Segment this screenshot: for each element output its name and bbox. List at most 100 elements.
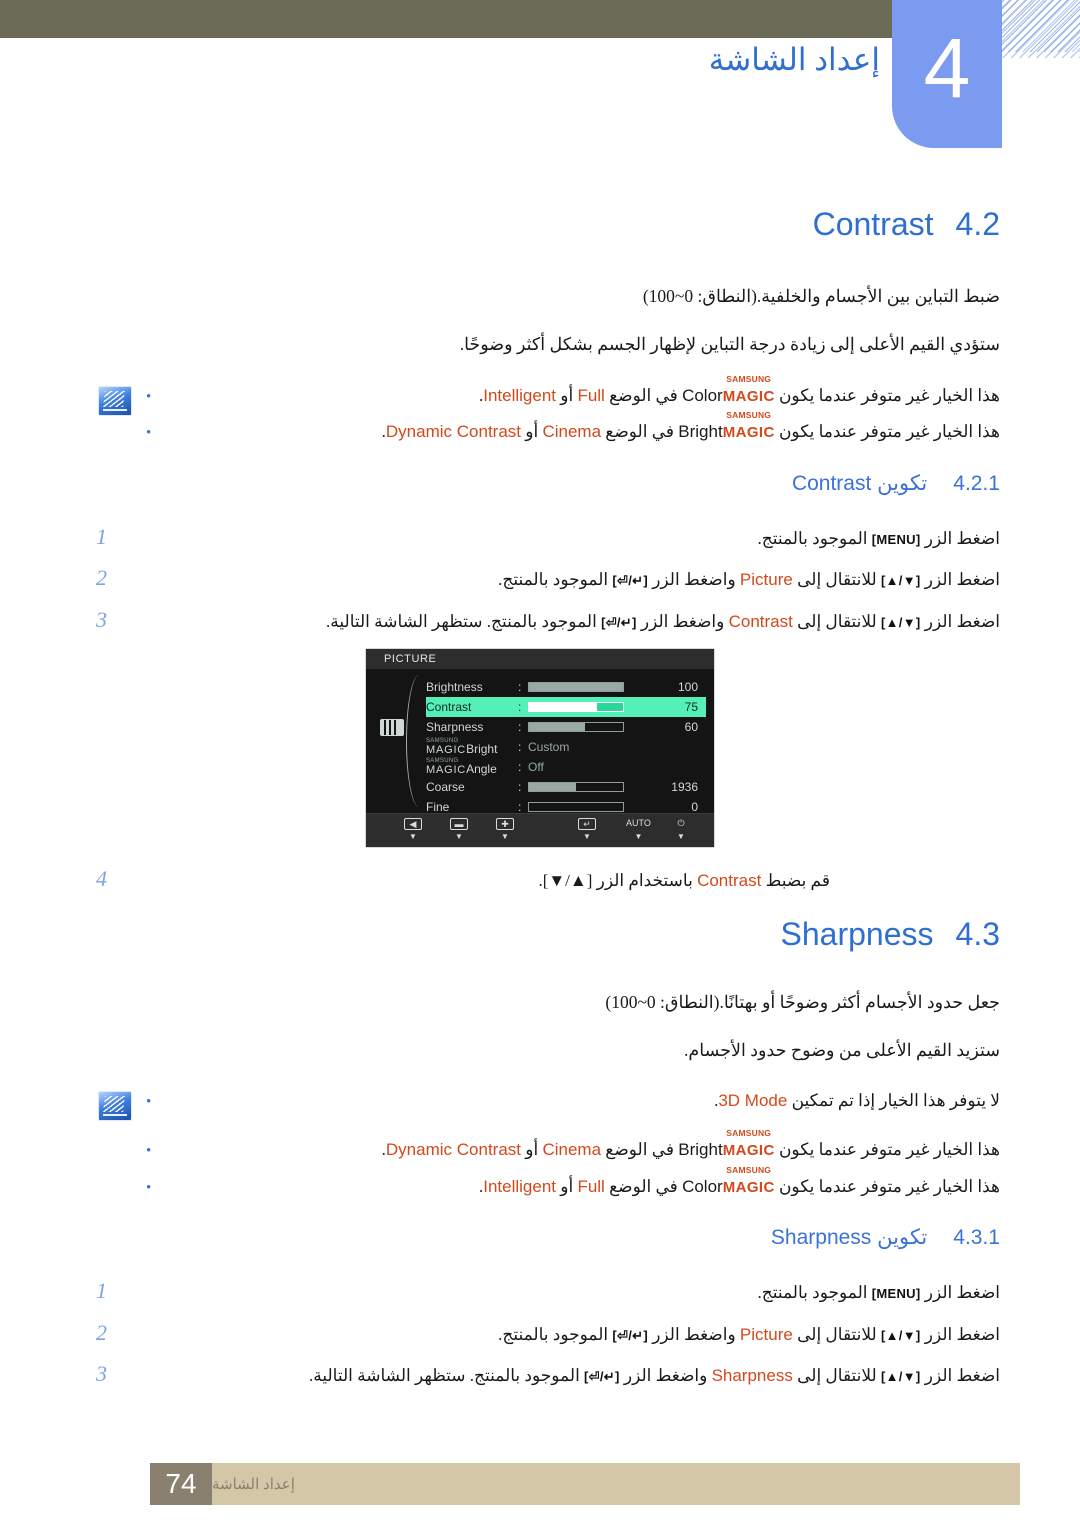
osd-row-coarse[interactable]: Coarse : 1936 [426, 777, 706, 797]
osd-window: PICTURE Brightness : 100 Contrast : 75 S… [365, 648, 715, 849]
minus-icon[interactable]: ▬ ▼ [450, 818, 468, 842]
bullet-dot: • [146, 1179, 152, 1196]
osd-row-sharpness[interactable]: Sharpness : 60 [426, 717, 706, 737]
osd-colon: : [518, 720, 522, 735]
osd-slider[interactable] [528, 682, 624, 693]
step-nav-label: للانتقال إلى [797, 611, 877, 631]
header-hatch-pattern-dense [1000, 0, 1080, 52]
step-number: 3 [96, 1361, 107, 1387]
step-text: اضغط الزر [▲/▼] للانتقال إلى Picture واض… [124, 567, 1000, 593]
enter-icon[interactable]: ↵ ▼ [578, 818, 596, 842]
osd-value: 75 [684, 700, 698, 715]
osd-slider[interactable] [528, 802, 624, 813]
mode-option-1: Cinema [542, 1139, 602, 1159]
power-icon[interactable]: ⏻ ▼ [672, 818, 690, 842]
osd-slider[interactable] [528, 702, 624, 713]
osd-label: Contrast [426, 700, 472, 715]
osd-label: Sharpness [426, 720, 484, 735]
osd-colon: : [518, 780, 522, 795]
list-item: • هذا الخيار غير متوفر عندما يكون SAMSUN… [132, 1127, 1000, 1163]
sharpness-description-1: جعل حدود الأجسام أكثر وضوحًا أو بهتانًا.… [605, 991, 1000, 1012]
subsection-title: تكوين Contrast [792, 471, 927, 496]
osd-slider[interactable] [528, 782, 624, 793]
step-nav-label: للانتقال إلى [797, 1324, 877, 1344]
section-heading-sharpness: 4.3 Sharpness [80, 916, 1000, 953]
step-text: اضغط الزر [MENU] الموجود بالمنتج. [124, 526, 1000, 552]
note-text: لا يتوفر هذا الخيار إذا تم تمكين 3D Mode… [151, 1089, 1000, 1114]
step-nav-label: للانتقال إلى [797, 570, 877, 590]
step-press-label: اضغط الزر [924, 1324, 1000, 1344]
contrast-description-2: ستؤدي القيم الأعلى إلى زيادة درجة التباي… [459, 334, 1000, 355]
note-text: هذا الخيار غير متوفر عندما يكون SAMSUNG M… [151, 374, 1000, 409]
list-item: 4 قم بضبط Contrast باستخدام الزر [▲/▼]. [80, 866, 1000, 894]
subsection-prefix: تكوين [877, 471, 928, 495]
list-item: 2 اضغط الزر [▲/▼] للانتقال إلى Picture و… [80, 1320, 1000, 1348]
left-arrow-icon[interactable]: ◀ ▼ [404, 818, 422, 842]
osd-row-contrast[interactable]: Contrast : 75 [426, 697, 706, 718]
sharpness-notes: • لا يتوفر هذا الخيار إذا تم تمكين 3D Mo… [80, 1089, 1000, 1211]
osd-row-brightness[interactable]: Brightness : 100 [426, 677, 706, 697]
note-mid: في الوضع [609, 1176, 678, 1196]
note-mid: في الوضع [609, 385, 678, 405]
page-header: 4 إعداد الشاشة [0, 0, 1080, 160]
step-number: 3 [96, 606, 107, 632]
samsung-magic-logo: SAMSUNG MAGIC [426, 738, 467, 757]
plus-icon[interactable]: ✚ ▼ [496, 818, 514, 842]
step-press-label: اضغط الزر [924, 528, 1000, 548]
step-target: Picture [739, 570, 793, 590]
osd-slider[interactable] [528, 722, 624, 733]
note-conj: أو [560, 1176, 574, 1196]
magic-feature-name: Color [682, 385, 723, 405]
magic-feature-name: Angle [466, 762, 497, 777]
osd-colon: : [518, 760, 522, 775]
subsection-prefix: تكوين [877, 1226, 928, 1250]
step-pre: قم بضبط [765, 871, 830, 891]
osd-menu-figure: PICTURE Brightness : 100 Contrast : 75 S… [80, 648, 1000, 849]
note-conj: أو [560, 385, 574, 405]
note-pre: لا يتوفر هذا الخيار إذا تم تمكين [791, 1091, 1000, 1111]
samsung-magic-logo: SAMSUNG MAGIC [722, 1164, 775, 1196]
subsection-number: 4.2.1 [953, 471, 1000, 495]
magic-feature-name: Color [682, 1176, 723, 1196]
list-item: • هذا الخيار غير متوفر عندما يكون SAMSUN… [132, 374, 1000, 409]
osd-brace [406, 675, 428, 808]
list-item: 1 اضغط الزر [MENU] الموجود بالمنتج. [80, 1278, 1000, 1306]
footer-chapter-label: إعداد الشاشة [212, 1476, 295, 1493]
note-pre: هذا الخيار غير متوفر عندما يكون [778, 1176, 1000, 1196]
section-name: Sharpness [780, 915, 934, 952]
header-olive-bar [0, 0, 892, 38]
section-heading-contrast: 4.2 Contrast [80, 206, 1000, 243]
mode-option-2: Dynamic Contrast [385, 1139, 522, 1159]
samsung-magic-logo: SAMSUNG MAGIC [722, 1127, 775, 1159]
sharpness-description-2: ستزيد القيم الأعلى من وضوح حدود الأجسام. [684, 1040, 1000, 1061]
step-target: Contrast [697, 871, 762, 891]
osd-colon: : [518, 740, 522, 755]
updown-key: [▲/▼] [880, 1369, 921, 1385]
bullet-dot: • [146, 1142, 152, 1159]
osd-row-magicbright[interactable]: SAMSUNG MAGICBright : Custom [426, 737, 706, 757]
note-text: هذا الخيار غير متوفر عندما يكون SAMSUNG M… [151, 1127, 1000, 1163]
list-item: 1 اضغط الزر [MENU] الموجود بالمنتج. [80, 524, 1000, 552]
osd-value: 60 [684, 720, 698, 735]
mode-option-1: Full [577, 385, 605, 405]
osd-row-magicangle[interactable]: SAMSUNG MAGICAngle : Off [426, 757, 706, 777]
osd-button-bar: ◀ ▼ ▬ ▼ ✚ ▼ ↵ ▼ AUTO ▼ ⏻ ▼ [366, 813, 714, 848]
subsection-title: تكوين Sharpness [771, 1225, 927, 1250]
osd-body: Brightness : 100 Contrast : 75 Sharpness… [366, 669, 714, 814]
step-number: 1 [96, 523, 107, 549]
step-text: اضغط الزر [MENU] الموجود بالمنتج. [124, 1280, 1000, 1306]
contrast-final-step: 4 قم بضبط Contrast باستخدام الزر [▲/▼]. [80, 866, 1000, 894]
osd-value: 100 [677, 680, 698, 695]
step-tail: الموجود بالمنتج. [498, 1324, 609, 1344]
step-target: Sharpness [711, 1366, 793, 1386]
contrast-description-1: ضبط التباين بين الأجسام والخلفية.(النطاق… [642, 286, 1000, 306]
mode-option-2: Intelligent [483, 385, 556, 405]
page-content: 4.2 Contrast ضبط التباين بين الأجسام وال… [0, 206, 1080, 1389]
note-pre: هذا الخيار غير متوفر عندما يكون [778, 422, 1000, 442]
osd-title: PICTURE [366, 649, 714, 670]
enter-key: [⏎/↵] [612, 1327, 648, 1343]
subsection-number: 4.3.1 [953, 1226, 1000, 1250]
auto-button[interactable]: AUTO ▼ [624, 818, 653, 842]
magic-feature-name: Bright [678, 422, 723, 442]
updown-key: [▲/▼] [880, 1327, 921, 1343]
